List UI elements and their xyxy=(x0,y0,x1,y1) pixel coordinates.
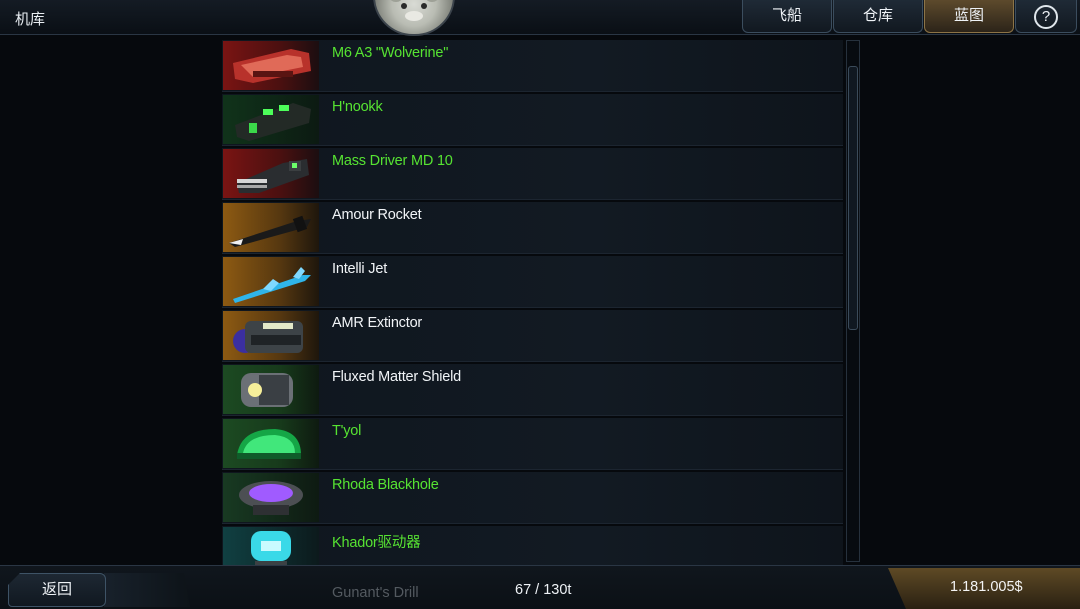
green-blaster-icon xyxy=(223,95,319,144)
help-icon: ? xyxy=(1034,5,1058,29)
avatar-ear-right xyxy=(425,0,439,2)
jet-missile-icon xyxy=(223,257,319,306)
tab-ships[interactable]: 飞船 xyxy=(742,0,832,33)
gatling-gun-icon xyxy=(223,149,319,198)
rocket-icon xyxy=(223,203,319,252)
list-item[interactable]: Amour Rocket xyxy=(222,202,843,254)
cargo-capacity: 67 / 130t xyxy=(515,582,572,598)
list-item[interactable]: H'nookk xyxy=(222,94,843,146)
top-bar: 机库 飞船 仓库 蓝图 ? xyxy=(0,0,1080,36)
avatar-eye-right xyxy=(421,3,427,9)
back-button-decoration xyxy=(104,573,190,607)
red-cannon-svg xyxy=(233,49,311,83)
blueprint-list: M6 A3 "Wolverine" H'nookk Mass Driver MD… xyxy=(222,40,844,565)
bottom-bar: 返回 67 / 130t 1.181.005$ xyxy=(0,565,1080,609)
help-button[interactable]: ? xyxy=(1015,0,1077,33)
item-name: M6 A3 "Wolverine" xyxy=(332,45,449,61)
back-button[interactable]: 返回 xyxy=(8,573,106,607)
avatar-snout xyxy=(405,11,423,21)
item-name: Intelli Jet xyxy=(332,261,388,277)
tab-blueprints[interactable]: 蓝图 xyxy=(924,0,1014,33)
purple-pod-icon xyxy=(223,473,319,522)
credits-amount: 1.181.005$ xyxy=(950,579,1023,595)
partial-list-item-name: Gunant's Drill xyxy=(332,585,419,601)
item-name: Fluxed Matter Shield xyxy=(332,369,461,385)
avatar-eye-left xyxy=(401,3,407,9)
item-name: H'nookk xyxy=(332,99,383,115)
list-item[interactable]: Rhoda Blackhole xyxy=(222,472,843,524)
pilot-avatar[interactable] xyxy=(373,0,455,36)
scrollbar[interactable] xyxy=(846,40,860,562)
item-name: AMR Extinctor xyxy=(332,315,423,331)
list-item[interactable]: Khador驱动器 xyxy=(222,526,843,565)
item-name: Khador驱动器 xyxy=(332,535,421,551)
list-item[interactable]: T'yol xyxy=(222,418,843,470)
item-name: Amour Rocket xyxy=(332,207,422,223)
item-name: Rhoda Blackhole xyxy=(332,477,439,493)
list-item[interactable]: Mass Driver MD 10 xyxy=(222,148,843,200)
list-item[interactable]: M6 A3 "Wolverine" xyxy=(222,40,843,92)
shield-generator-icon xyxy=(223,365,319,414)
list-item[interactable]: Fluxed Matter Shield xyxy=(222,364,843,416)
cyan-drive-icon xyxy=(223,527,319,565)
list-item[interactable]: AMR Extinctor xyxy=(222,310,843,362)
list-item[interactable]: Intelli Jet xyxy=(222,256,843,308)
tab-storage[interactable]: 仓库 xyxy=(833,0,923,33)
extinctor-cylinder-icon xyxy=(223,311,319,360)
page-title: 机库 xyxy=(15,11,46,28)
green-armor-icon xyxy=(223,419,319,468)
avatar-ear-left xyxy=(389,0,403,2)
item-name: Mass Driver MD 10 xyxy=(332,153,453,169)
item-name: T'yol xyxy=(332,423,362,439)
scrollbar-thumb[interactable] xyxy=(848,66,858,330)
red-cannon-icon xyxy=(223,41,319,90)
